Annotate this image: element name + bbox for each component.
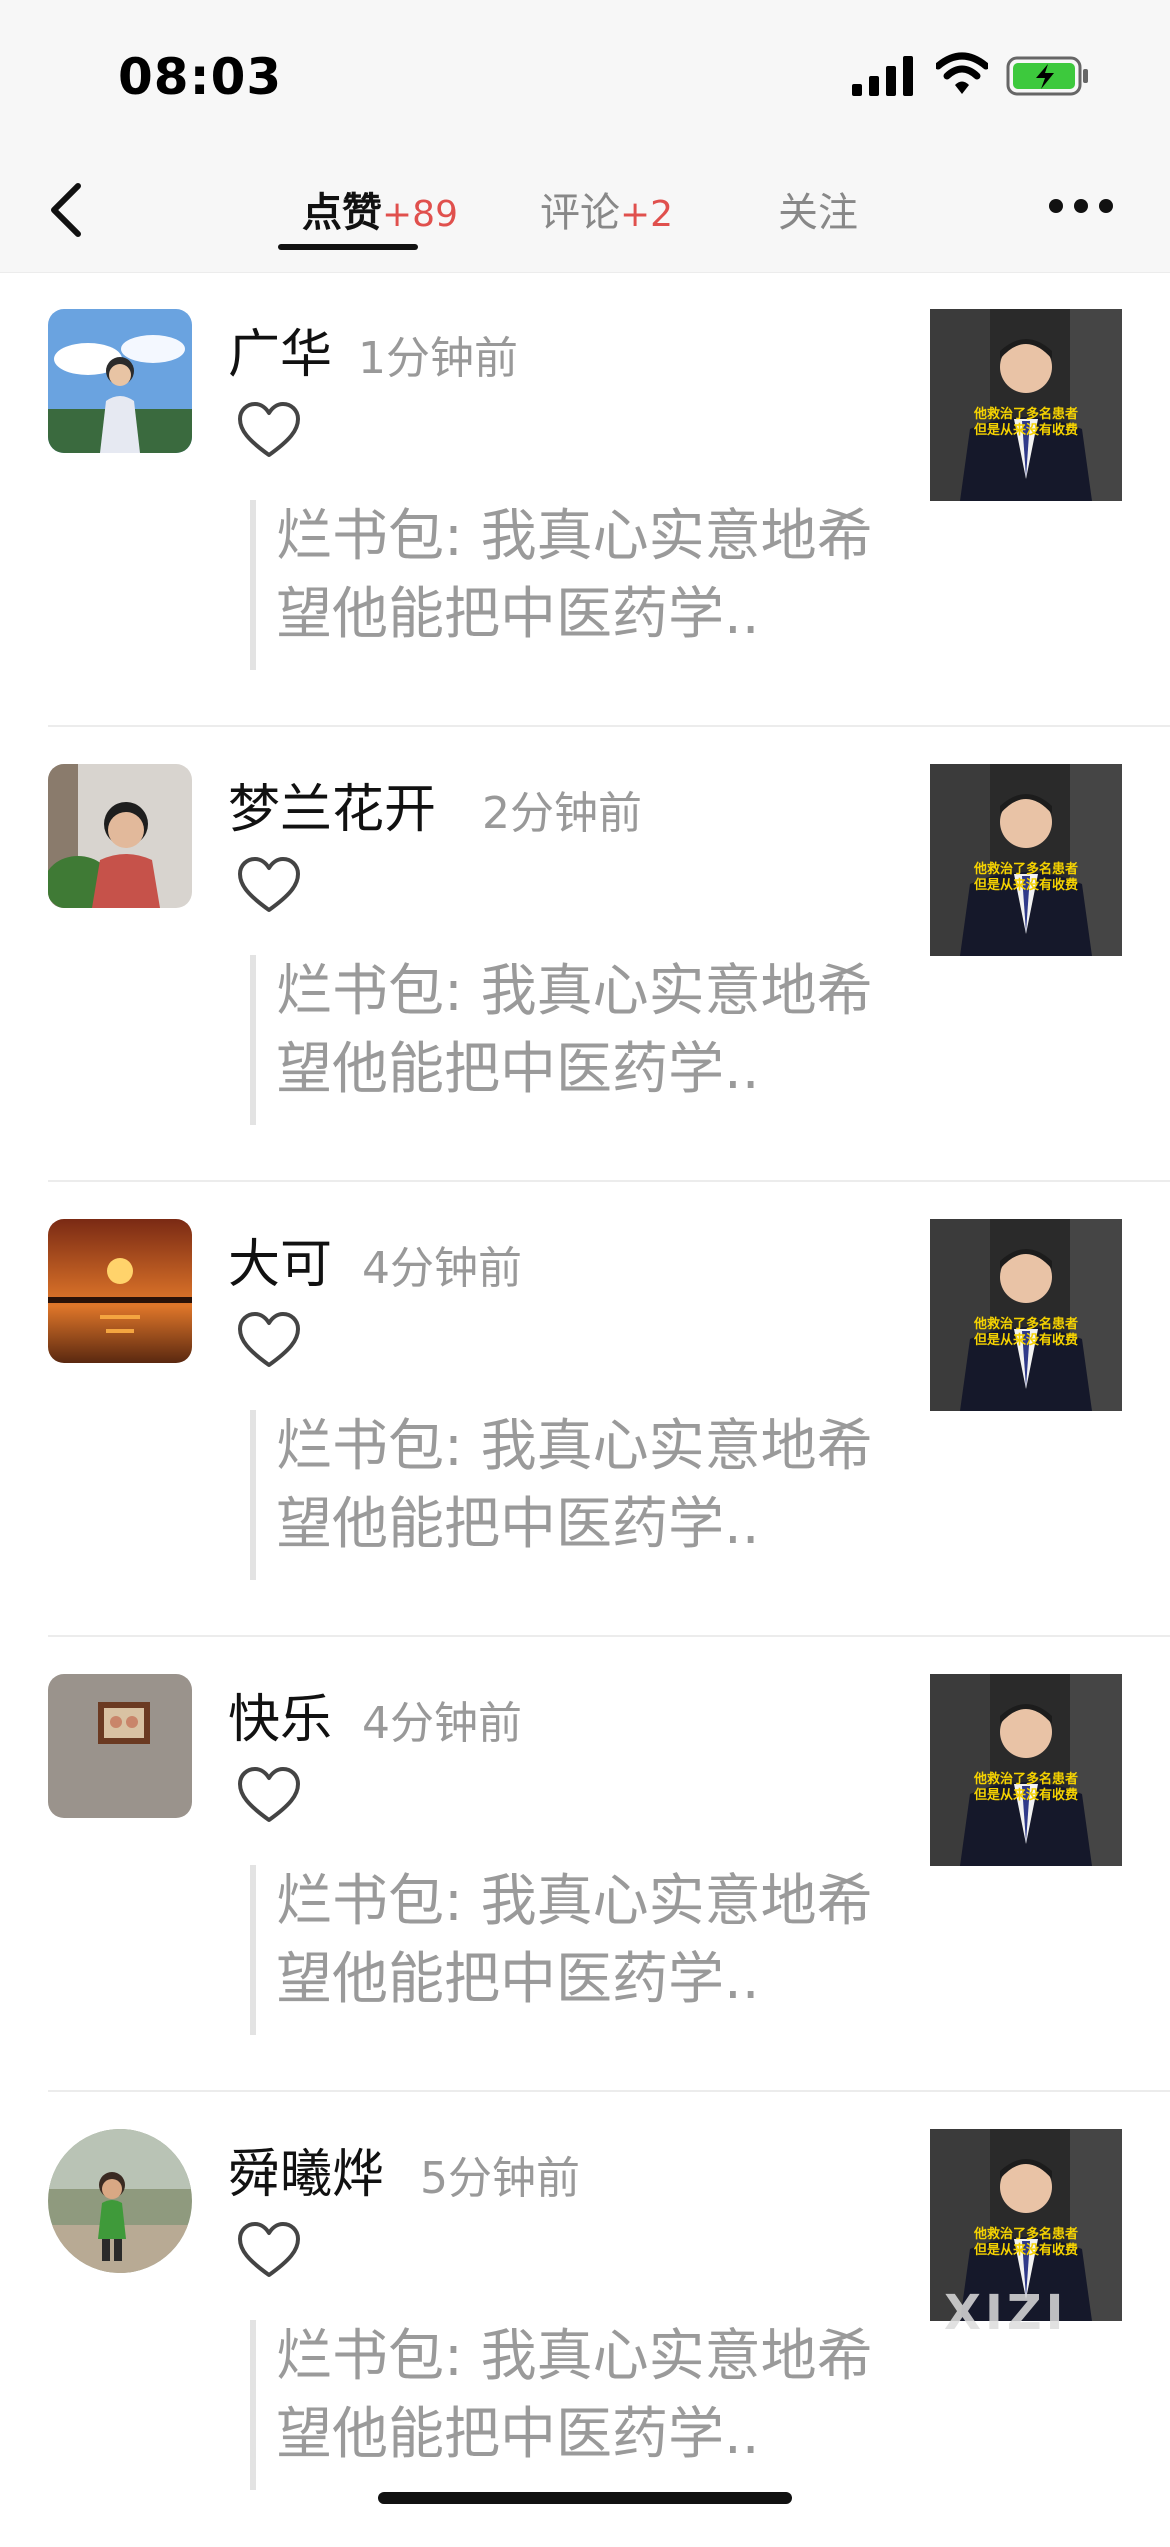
thumbnail-caption-line1: 他救治了多名患者	[973, 862, 1078, 877]
heart-icon[interactable]	[236, 1765, 302, 1825]
thumbnail-caption: 他救治了多名患者 但是从来没有收费	[930, 862, 1122, 894]
wifi-icon	[936, 52, 988, 94]
heart-icon[interactable]	[236, 400, 302, 460]
quoted-comment[interactable]: 烂书包: 我真心实意地希望他能把中医药学..	[250, 500, 896, 670]
user-name[interactable]: 舜曦烨	[228, 2132, 384, 2207]
thumbnail-caption-line1: 他救治了多名患者	[973, 1772, 1078, 1787]
like-time: 5分钟前	[420, 2153, 580, 2204]
status-time: 08:03	[118, 48, 283, 106]
video-thumbnail[interactable]: 他救治了多名患者 但是从来没有收费	[930, 309, 1122, 501]
quoted-comment-text: 烂书包: 我真心实意地希望他能把中医药学..	[276, 504, 873, 647]
thumbnail-caption-line1: 他救治了多名患者	[973, 407, 1078, 422]
home-indicator[interactable]	[378, 2492, 792, 2504]
thumbnail-caption-line2: 但是从来没有收费	[973, 2243, 1078, 2258]
user-name[interactable]: 广华	[228, 312, 332, 387]
list-item[interactable]: 大可 4分钟前 烂书包: 我真心实意地希望他能把中医药学.. 他救治了多名患者 …	[0, 1182, 1170, 1637]
quoted-comment[interactable]: 烂书包: 我真心实意地希望他能把中医药学..	[250, 1865, 896, 2035]
tab-likes-count: +89	[382, 194, 458, 235]
heart-icon[interactable]	[236, 855, 302, 915]
like-time: 4分钟前	[362, 1698, 522, 1749]
like-time: 1分钟前	[358, 333, 518, 384]
more-options-icon[interactable]	[1046, 196, 1116, 216]
thumbnail-caption-line2: 但是从来没有收费	[973, 1788, 1078, 1803]
quoted-comment[interactable]: 烂书包: 我真心实意地希望他能把中医药学..	[250, 2320, 896, 2490]
thumbnail-caption: 他救治了多名患者 但是从来没有收费	[930, 1317, 1122, 1349]
avatar[interactable]	[48, 309, 192, 453]
tab-follow[interactable]: 关注	[778, 180, 858, 238]
quoted-comment-text: 烂书包: 我真心实意地希望他能把中医药学..	[276, 1869, 873, 2012]
back-icon[interactable]	[40, 178, 100, 242]
user-name[interactable]: 快乐	[228, 1677, 332, 1752]
avatar[interactable]	[48, 1219, 192, 1363]
video-thumbnail[interactable]: 他救治了多名患者 但是从来没有收费	[930, 764, 1122, 956]
like-time: 2分钟前	[482, 788, 642, 839]
video-thumbnail[interactable]: 他救治了多名患者 但是从来没有收费	[930, 1219, 1122, 1411]
thumbnail-caption-line1: 他救治了多名患者	[973, 2227, 1078, 2242]
heart-icon[interactable]	[236, 2220, 302, 2280]
cellular-signal-icon	[852, 56, 913, 96]
tab-comments-label: 评论	[540, 190, 620, 236]
quoted-comment[interactable]: 烂书包: 我真心实意地希望他能把中医药学..	[250, 1410, 896, 1580]
thumbnail-caption-line2: 但是从来没有收费	[973, 1333, 1078, 1348]
status-bar: 08:03	[0, 0, 1170, 150]
tab-likes[interactable]: 点赞+89	[302, 180, 458, 238]
quoted-comment[interactable]: 烂书包: 我真心实意地希望他能把中医药学..	[250, 955, 896, 1125]
quoted-comment-text: 烂书包: 我真心实意地希望他能把中医药学..	[276, 2324, 873, 2467]
avatar[interactable]	[48, 1674, 192, 1818]
tab-likes-label: 点赞	[302, 190, 382, 236]
user-name[interactable]: 梦兰花开	[228, 767, 436, 842]
quoted-comment-text: 烂书包: 我真心实意地希望他能把中医药学..	[276, 1414, 873, 1557]
avatar[interactable]	[48, 764, 192, 908]
thumbnail-caption-line2: 但是从来没有收费	[973, 878, 1078, 893]
like-time: 4分钟前	[362, 1243, 522, 1294]
battery-charging-icon	[1006, 56, 1088, 96]
thumbnail-caption: 他救治了多名患者 但是从来没有收费	[930, 2227, 1122, 2259]
heart-icon[interactable]	[236, 1310, 302, 1370]
thumbnail-caption: 他救治了多名患者 但是从来没有收费	[930, 1772, 1122, 1804]
avatar[interactable]	[48, 2129, 192, 2273]
list-item[interactable]: 广华 1分钟前 烂书包: 我真心实意地希望他能把中医药学.. 他救治了多名患者 …	[0, 272, 1170, 727]
thumbnail-caption-line2: 但是从来没有收费	[973, 423, 1078, 438]
watermark: XIZI	[944, 2285, 1068, 2341]
tab-follow-label: 关注	[778, 190, 858, 236]
thumbnail-caption: 他救治了多名患者 但是从来没有收费	[930, 407, 1122, 439]
video-thumbnail[interactable]: 他救治了多名患者 但是从来没有收费	[930, 1674, 1122, 1866]
like-notification-list: 广华 1分钟前 烂书包: 我真心实意地希望他能把中医药学.. 他救治了多名患者 …	[0, 272, 1170, 2547]
active-tab-indicator	[278, 244, 418, 250]
user-name[interactable]: 大可	[228, 1222, 332, 1297]
list-item[interactable]: 快乐 4分钟前 烂书包: 我真心实意地希望他能把中医药学.. 他救治了多名患者 …	[0, 1637, 1170, 2092]
thumbnail-caption-line1: 他救治了多名患者	[973, 1317, 1078, 1332]
list-item[interactable]: 梦兰花开 2分钟前 烂书包: 我真心实意地希望他能把中医药学.. 他救治了多名患…	[0, 727, 1170, 1182]
nav-bar: 点赞+89 评论+2 关注	[0, 150, 1170, 273]
quoted-comment-text: 烂书包: 我真心实意地希望他能把中医药学..	[276, 959, 873, 1102]
tab-comments[interactable]: 评论+2	[540, 180, 673, 238]
tab-comments-count: +2	[620, 194, 674, 235]
